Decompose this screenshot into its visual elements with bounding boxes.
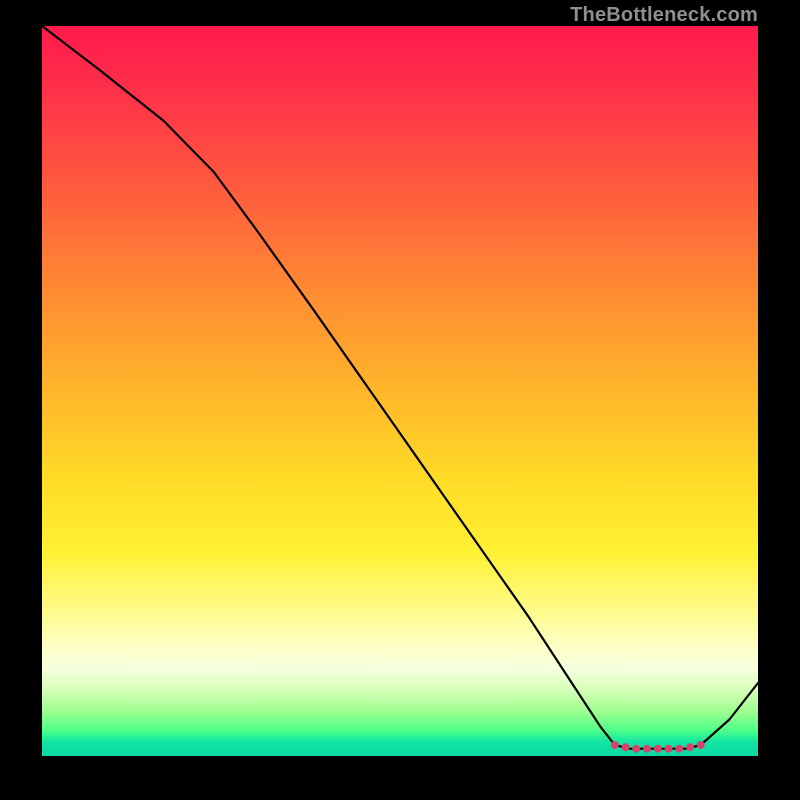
optimal-marker-dot: [632, 745, 640, 753]
optimal-marker-dot: [686, 743, 694, 751]
optimal-marker-dot: [697, 741, 705, 749]
optimal-marker-dot: [643, 745, 651, 753]
optimal-marker-dot: [654, 745, 662, 753]
plot-area: [42, 26, 758, 756]
optimal-marker-dot: [675, 745, 683, 753]
bottleneck-line-group: [42, 26, 758, 749]
optimal-marker-dot: [622, 743, 630, 751]
bottleneck-curve-path: [42, 26, 758, 749]
chart-frame: TheBottleneck.com: [0, 0, 800, 800]
optimal-marker-dot: [665, 745, 673, 753]
watermark-text: TheBottleneck.com: [570, 4, 758, 27]
optimal-marker-dot: [611, 741, 619, 749]
chart-svg: [42, 26, 758, 756]
optimal-markers-group: [611, 741, 705, 753]
